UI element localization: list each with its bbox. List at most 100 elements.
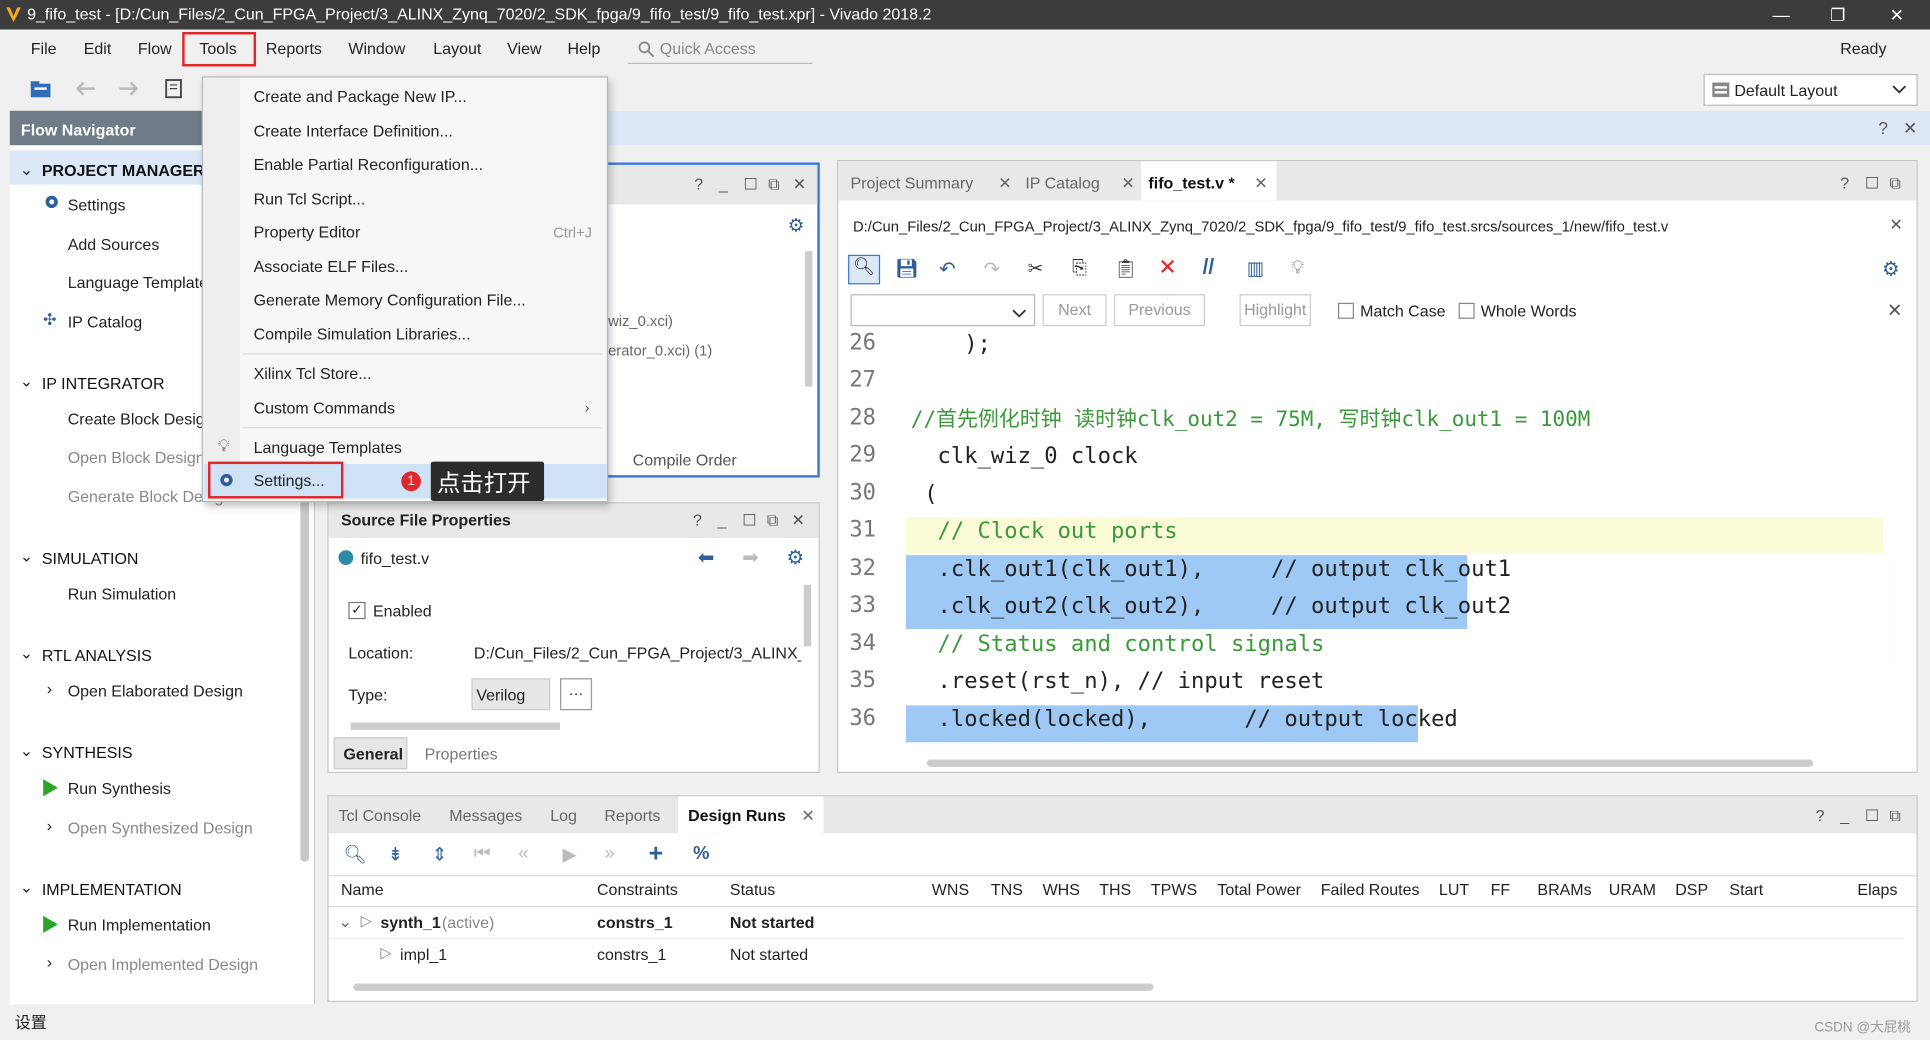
tab-project-summary[interactable]: Project Summary (851, 174, 974, 192)
section-synthesis[interactable]: SYNTHESIS (42, 743, 133, 761)
menu-window[interactable]: Window (348, 39, 405, 57)
tab-log[interactable]: Log (550, 806, 577, 824)
nav-language-templates[interactable]: Language Templates (68, 273, 216, 291)
table-row[interactable]: ⌄ ▷ synth_1 (active) constrs_1 Not start… (329, 907, 1905, 938)
tab-general[interactable]: General (343, 745, 403, 763)
col-elapsed[interactable]: Elaps (1857, 880, 1897, 898)
type-browse-button[interactable]: ··· (560, 678, 593, 711)
delete-icon[interactable]: ✕ (1158, 255, 1177, 281)
col-total-power[interactable]: Total Power (1217, 880, 1301, 898)
close-tab-icon[interactable]: ✕ (998, 174, 1011, 194)
nav-settings[interactable]: Settings (68, 196, 126, 214)
comment-icon[interactable]: // (1203, 255, 1215, 280)
find-combobox[interactable] (850, 294, 1036, 327)
close-tab-icon[interactable]: ✕ (801, 806, 814, 826)
nav-run-synthesis[interactable]: Run Synthesis (68, 779, 171, 797)
undo-icon[interactable] (76, 80, 96, 97)
gear-icon[interactable]: ⚙ (788, 214, 805, 236)
redo-icon[interactable]: ↷ (983, 257, 1000, 282)
float-pane-icon[interactable]: ⧉ (1889, 806, 1900, 826)
whole-words-checkbox[interactable] (1458, 302, 1475, 319)
tab-properties[interactable]: Properties (425, 745, 498, 763)
menu-flow[interactable]: Flow (138, 39, 172, 57)
menu-item-custom-commands[interactable]: Custom Commands (254, 399, 395, 417)
play-icon[interactable]: ▶ (563, 843, 577, 865)
previous-icon[interactable]: « (518, 843, 528, 864)
nav-create-block-design[interactable]: Create Block Design (68, 410, 214, 428)
find-previous-button[interactable]: Previous (1113, 294, 1206, 327)
forward-arrow-icon[interactable]: ➡ (742, 545, 759, 570)
copy-icon[interactable] (165, 79, 182, 99)
chevron-down-icon[interactable]: ⌄ (20, 878, 33, 898)
col-tpws[interactable]: TPWS (1151, 880, 1197, 898)
search-icon[interactable]: 🔍︎ (848, 254, 881, 285)
menu-item-run-tcl-script[interactable]: Run Tcl Script... (254, 190, 366, 208)
save-icon[interactable]: 💾︎ (895, 257, 918, 279)
columns-icon[interactable]: ▥ (1247, 257, 1264, 279)
search-icon[interactable]: 🔍︎ (343, 843, 366, 865)
sfp-hscrollbar[interactable] (350, 722, 561, 730)
quick-access-search[interactable]: Quick Access (627, 34, 813, 65)
highlight-button[interactable]: Highlight (1239, 294, 1311, 327)
float-pane-icon[interactable]: ⧉ (767, 511, 778, 531)
copy-icon[interactable]: ⎘ (1072, 257, 1087, 278)
gear-icon[interactable]: ⚙ (1882, 257, 1900, 282)
menu-edit[interactable]: Edit (84, 39, 112, 57)
tab-messages[interactable]: Messages (449, 806, 522, 824)
runs-hscrollbar[interactable] (353, 983, 1154, 991)
nav-ip-catalog[interactable]: IP Catalog (68, 313, 142, 331)
close-tab-icon[interactable]: ✕ (1121, 174, 1134, 194)
chevron-down-icon[interactable]: ⌄ (338, 912, 351, 932)
section-project-manager[interactable]: PROJECT MANAGER (42, 161, 205, 179)
tab-ip-catalog[interactable]: IP Catalog (1025, 174, 1099, 192)
help-icon[interactable]: ? (693, 511, 702, 529)
collapse-all-icon[interactable]: ⇟ (388, 843, 403, 865)
menu-item-create-package-ip[interactable]: Create and Package New IP... (254, 87, 467, 105)
col-name[interactable]: Name (341, 880, 384, 898)
restore-button[interactable]: ❐ (1809, 0, 1866, 30)
help-icon[interactable]: ? (1840, 174, 1849, 192)
section-ip-integrator[interactable]: IP INTEGRATOR (42, 374, 165, 392)
help-icon[interactable]: ? (694, 175, 703, 193)
match-case-checkbox[interactable] (1337, 302, 1354, 319)
close-path-icon[interactable]: ✕ (1889, 215, 1902, 235)
menu-item-associate-elf-files[interactable]: Associate ELF Files... (254, 257, 409, 275)
col-brams[interactable]: BRAMs (1537, 880, 1591, 898)
col-whs[interactable]: WHS (1043, 880, 1080, 898)
find-next-button[interactable]: Next (1042, 294, 1107, 327)
paste-icon[interactable]: 📋︎ (1114, 257, 1137, 279)
float-pane-icon[interactable]: ⧉ (1889, 174, 1900, 194)
menu-help[interactable]: Help (567, 39, 600, 57)
tab-fifo-test[interactable]: fifo_test.v * (1148, 174, 1234, 192)
menu-item-xilinx-tcl-store[interactable]: Xilinx Tcl Store... (254, 364, 372, 382)
chevron-right-icon[interactable]: › (47, 816, 52, 834)
col-lut[interactable]: LUT (1439, 880, 1469, 898)
add-run-icon[interactable]: + (649, 841, 663, 869)
col-status[interactable]: Status (730, 880, 775, 898)
menu-item-property-editor[interactable]: Property Editor (254, 223, 361, 241)
nav-open-implemented-design[interactable]: Open Implemented Design (68, 955, 258, 973)
tab-reports[interactable]: Reports (604, 806, 660, 824)
open-project-icon[interactable] (30, 79, 52, 99)
next-icon[interactable]: » (604, 843, 614, 864)
tab-design-runs[interactable]: Design Runs (688, 806, 786, 824)
chevron-right-icon[interactable]: › (47, 679, 52, 697)
table-row[interactable]: ▷ impl_1 constrs_1 Not started (328, 937, 1905, 969)
float-pane-icon[interactable]: ⧉ (768, 175, 779, 195)
menu-item-create-interface-definition[interactable]: Create Interface Definition... (254, 122, 453, 140)
maximize-pane-icon[interactable]: ☐ (743, 175, 757, 195)
nav-open-elaborated-design[interactable]: Open Elaborated Design (68, 682, 243, 700)
help-icon[interactable]: ? (1816, 806, 1825, 824)
sfp-scrollbar[interactable] (803, 584, 812, 647)
tab-compile-order[interactable]: Compile Order (633, 451, 737, 469)
source-line-generator[interactable]: erator_0.xci) (1) (608, 342, 712, 359)
nav-add-sources[interactable]: Add Sources (68, 235, 160, 253)
col-failed-routes[interactable]: Failed Routes (1321, 880, 1420, 898)
code-editor[interactable]: 26 27 28 29 30 31 32 33 34 35 36 ); //首先… (839, 329, 1896, 754)
menu-item-generate-memory-config[interactable]: Generate Memory Configuration File... (254, 290, 526, 308)
col-constraints[interactable]: Constraints (597, 880, 678, 898)
maximize-pane-icon[interactable]: ☐ (742, 511, 756, 531)
sources-scrollbar[interactable] (805, 251, 813, 387)
gear-icon[interactable]: ⚙ (787, 545, 805, 570)
minimize-pane-icon[interactable]: _ (718, 511, 727, 529)
